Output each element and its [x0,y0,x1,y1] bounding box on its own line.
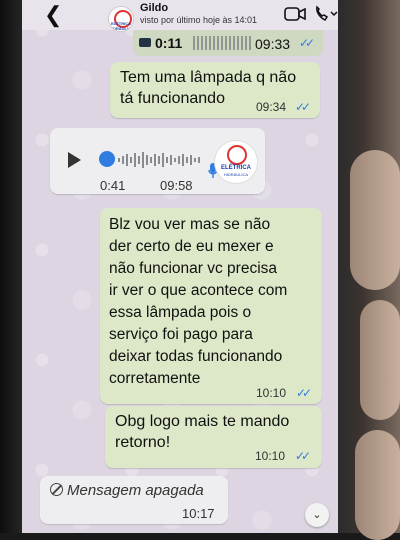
message-time: 10:17 [182,506,215,521]
message-bubble[interactable]: Blz vou ver mas se não der certo de eu m… [100,208,322,404]
read-ticks-icon: ✓✓ [295,100,311,114]
avatar-line2: HIDRÁULICA [223,172,249,177]
deleted-message-bubble[interactable]: Mensagem apagada 10:17 [40,476,228,524]
voice-call-icon[interactable] [313,5,339,23]
message-time: 09:33 [255,36,291,52]
video-call-icon[interactable] [284,6,306,22]
blocked-icon [50,483,63,496]
message-time: 10:10 [256,386,287,400]
message-time: 10:10 [255,449,286,463]
sender-avatar: ELÉTRICA HIDRÁULICA [214,140,258,184]
read-ticks-icon: ✓✓ [295,449,311,463]
finger-shape [355,430,400,540]
bolt-logo-icon [227,145,247,165]
read-ticks-icon: ✓✓ [296,386,312,400]
scroll-down-button[interactable]: ⌄ [305,503,329,527]
playback-scrubber[interactable] [99,151,115,167]
phone-bezel-left [0,0,22,533]
audio-message-bubble[interactable]: 0:11 09:33 ✓✓ [133,30,323,56]
waveform [193,36,253,50]
voice-waveform [118,152,200,168]
contact-name[interactable]: Gildo [140,2,168,14]
avatar-text: ELÉTRICA HIDRÁULICA [109,21,134,31]
back-arrow-icon[interactable]: ❮ [44,4,62,26]
play-icon[interactable] [68,152,81,168]
finger-shape [350,150,400,290]
read-ticks-icon: ✓✓ [299,36,315,50]
deleted-message-text: Mensagem apagada [67,482,204,499]
message-bubble[interactable]: Obg logo mais te mando retorno! 10:10 ✓✓ [105,406,322,468]
voice-position: 0:41 [100,178,126,193]
contact-avatar[interactable]: ELÉTRICA HIDRÁULICA [108,6,134,32]
message-time: 09:58 [160,178,193,193]
chat-header: ❮ ELÉTRICA HIDRÁULICA Gildo visto por úl… [22,0,339,32]
avatar-line1: ELÉTRICA [221,165,251,171]
message-bubble[interactable]: Tem uma lâmpada q não tá funcionando 09:… [110,62,320,118]
message-text: Blz vou ver mas se não der certo de eu m… [109,216,288,387]
video-camera-icon [139,38,151,47]
chevron-down-icon: ⌄ [312,509,322,521]
finger-shape [360,300,400,420]
message-time: 09:34 [256,100,287,114]
audio-duration: 0:11 [155,35,183,51]
contact-status: visto por último hoje às 14:01 [140,15,258,25]
message-text: Obg logo mais te mando retorno! [115,413,290,451]
